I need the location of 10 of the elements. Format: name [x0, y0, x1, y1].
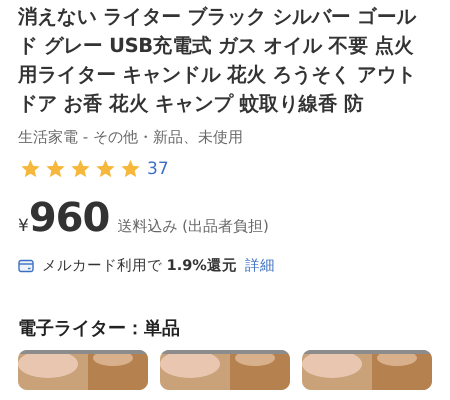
- card-icon: [18, 259, 34, 274]
- shipping-text: 送料込み (出品者負担): [117, 216, 269, 237]
- currency-symbol: ¥: [18, 215, 29, 238]
- price-amount: 960: [28, 198, 110, 238]
- card-offer-text: メルカード利用で 1.9%還元: [42, 256, 237, 276]
- section-title: 電子ライター：単品: [18, 317, 181, 342]
- category-text: 生活家電 - その他・新品、未使用: [18, 127, 244, 148]
- details-link[interactable]: 詳細: [244, 256, 275, 278]
- product-title: 消えない ライター ブラック シルバー ゴールド グレー USB充電式 ガス オイル 不要 点火用ライター キャンドル 花火 ろうそく アウトドア お香 花火 キャンプ 蚊取り線香 防: [18, 4, 418, 117]
- review-count[interactable]: 37: [147, 156, 169, 182]
